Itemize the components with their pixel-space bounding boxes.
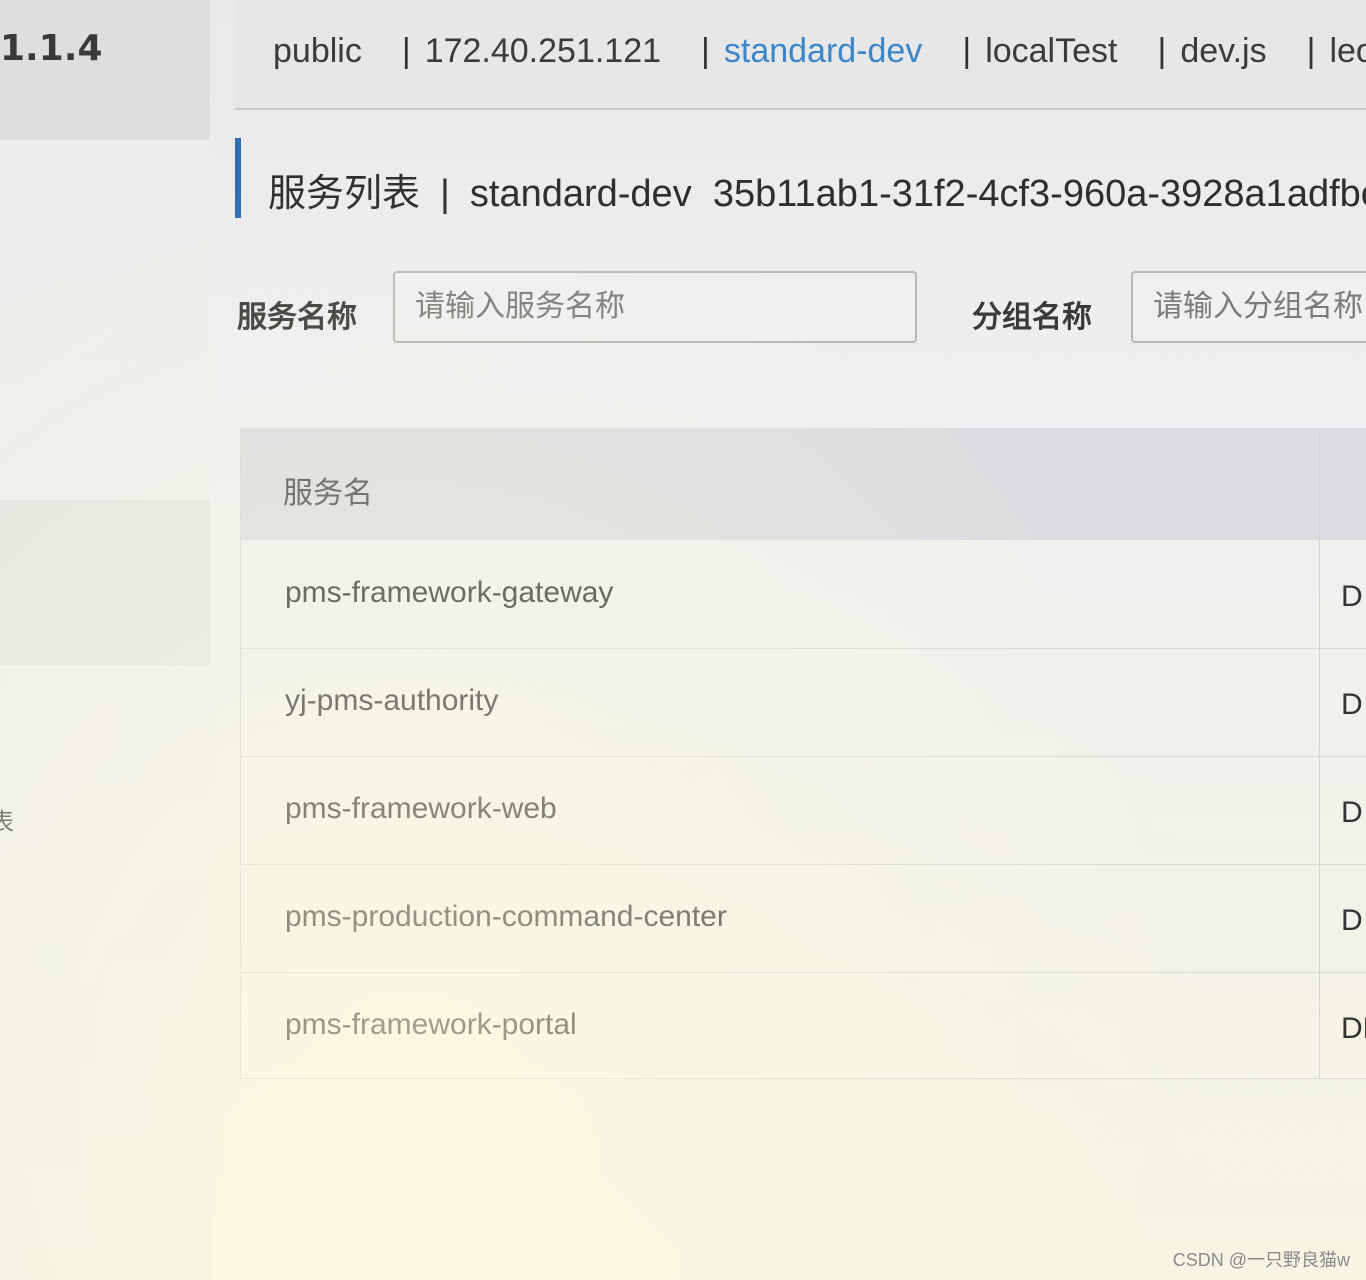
namespace-separator: | [1157,32,1167,70]
truncated-cell: D [1341,688,1363,721]
namespace-bar: public | 172.40.251.121 | standard-dev |… [235,0,1366,110]
truncated-cell: D [1341,904,1363,937]
service-table: 服务名 pms-framework-gateway D yj-pms-autho… [240,428,1366,1079]
namespace-separator: | [701,32,710,70]
namespace-dev-js[interactable]: dev.js [1180,32,1266,71]
namespace-leon[interactable]: leon [1329,32,1366,71]
service-name-cell: pms-framework-web [285,792,557,825]
namespace-ip[interactable]: 172.40.251.121 [425,32,661,71]
table-header: 服务名 [241,428,1366,540]
table-row[interactable]: pms-framework-portal DE [241,972,1366,1080]
namespace-standard-dev[interactable]: standard-dev [724,32,922,71]
truncated-cell: D [1341,580,1363,613]
page-title-separator: | [440,173,450,215]
service-name-label: 服务名称 [237,301,357,334]
group-name-input[interactable] [1131,271,1366,343]
page-title: 服务列表 | standard-dev 35b11ab1-31f2-4cf3-960… [268,162,1366,217]
page-title-namespace-id: 35b11ab1-31f2-4cf3-960a-3928a1adfbe [712,173,1366,215]
table-row[interactable]: yj-pms-authority D [241,648,1366,757]
watermark: CSDN @一只野良猫w [1172,1250,1350,1270]
sidebar-header: 1.1.4 [0,0,210,140]
version-label: 1.1.4 [0,28,103,69]
sidebar-item-service-list[interactable]: 表 [0,802,14,837]
namespace-localtest[interactable]: localTest [985,32,1117,71]
table-row[interactable]: pms-framework-gateway D [241,540,1366,649]
group-name-label: 分组名称 [972,301,1092,334]
sidebar: 1.1.4 表 [0,0,210,1280]
namespace-public[interactable]: public [273,32,362,71]
namespace-list: public | 172.40.251.121 | standard-dev |… [273,32,1366,71]
namespace-separator: | [1306,32,1316,70]
page-title-main: 服务列表 [268,173,421,215]
namespace-separator: | [962,32,972,70]
service-name-cell: yj-pms-authority [285,684,499,717]
title-accent-bar [235,138,241,218]
service-name-input[interactable] [393,271,917,343]
service-name-cell: pms-framework-gateway [285,576,614,609]
truncated-cell: DE [1341,1012,1366,1045]
table-row[interactable]: pms-framework-web D [241,756,1366,865]
service-name-cell: pms-production-command-center [285,900,727,933]
sidebar-active-highlight [0,500,210,665]
page-title-namespace: standard-dev [469,173,692,215]
table-row[interactable]: pms-production-command-center D [241,864,1366,973]
truncated-cell: D [1341,796,1363,829]
column-header-service-name: 服务名 [283,477,373,510]
namespace-separator: | [401,32,411,70]
service-name-cell: pms-framework-portal [285,1008,577,1041]
